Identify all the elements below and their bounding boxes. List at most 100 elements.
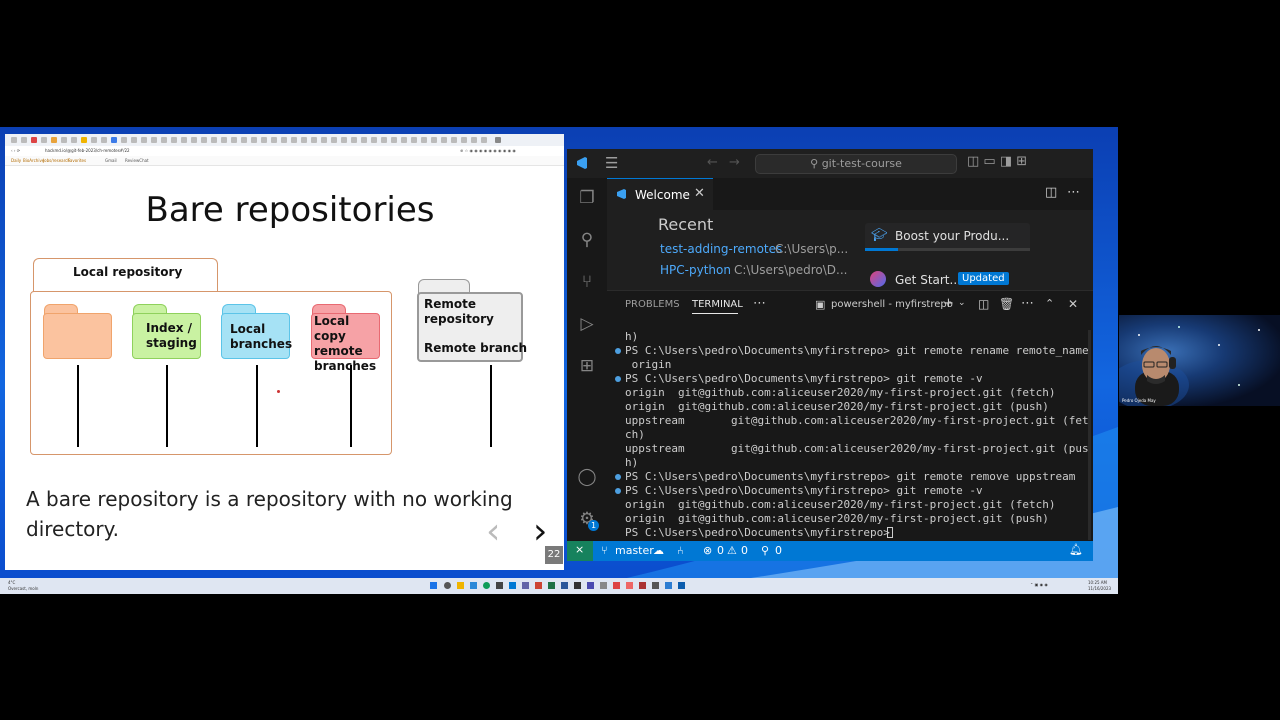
new-tab-icon[interactable] xyxy=(495,137,501,143)
forward-arrow-icon[interactable]: → xyxy=(729,155,740,170)
tab-icon[interactable] xyxy=(101,137,107,143)
error-count[interactable]: 0 xyxy=(717,544,724,557)
next-slide-arrow[interactable]: › xyxy=(533,514,547,550)
command-decoration-icon[interactable] xyxy=(615,376,621,382)
nav-buttons-icon[interactable]: ‹ › ⟳ xyxy=(11,148,20,153)
tab-welcome[interactable]: Welcome ✕ xyxy=(607,178,713,210)
taskbar-app-icon[interactable] xyxy=(652,582,659,589)
tab-icon[interactable] xyxy=(381,137,387,143)
split-editor-icon[interactable]: ◫ xyxy=(1045,185,1057,200)
tab-icon[interactable] xyxy=(321,137,327,143)
taskbar-app-icon[interactable] xyxy=(639,582,646,589)
tab-icon[interactable] xyxy=(221,137,227,143)
walkthrough-card[interactable]: Get Start... Updated xyxy=(865,268,1030,292)
tray-icons[interactable]: ⌃ ▣ ◉ ◉ xyxy=(1030,582,1048,587)
command-decoration-icon[interactable] xyxy=(615,488,621,494)
taskbar-app-icon[interactable] xyxy=(613,582,620,589)
tab-icon[interactable] xyxy=(471,137,477,143)
tab-icon[interactable] xyxy=(51,137,57,143)
explorer-icon[interactable]: ❐ xyxy=(577,188,597,208)
tab-icon[interactable] xyxy=(331,137,337,143)
trash-icon[interactable]: 🗑︎ xyxy=(999,297,1014,311)
account-icon[interactable]: ◯ xyxy=(577,467,597,487)
tab-icon[interactable] xyxy=(181,137,187,143)
tab-icon[interactable] xyxy=(21,137,27,143)
tab-icon[interactable] xyxy=(361,137,367,143)
taskbar-app-icon[interactable] xyxy=(496,582,503,589)
command-decoration-icon[interactable] xyxy=(615,474,621,480)
panel-tab-terminal[interactable]: TERMINAL xyxy=(692,299,743,310)
taskbar-app-icon[interactable] xyxy=(522,582,529,589)
tab-icon[interactable] xyxy=(211,137,217,143)
source-graph-icon[interactable]: ⑃ xyxy=(677,544,684,557)
menu-icon[interactable]: ☰ xyxy=(605,154,618,172)
url-text[interactable]: hackmd.io/@git-feb-2023/ch-remotes#/22 xyxy=(45,148,130,153)
terminal-name[interactable]: powershell - myfirstrepo xyxy=(831,299,953,310)
tab-icon[interactable] xyxy=(461,137,467,143)
tab-icon[interactable] xyxy=(31,137,37,143)
tab-icon[interactable] xyxy=(271,137,277,143)
sync-icon[interactable]: ☁ xyxy=(653,544,664,557)
tab-icon[interactable] xyxy=(241,137,247,143)
tab-icon[interactable] xyxy=(151,137,157,143)
taskbar-app-icon[interactable] xyxy=(548,582,555,589)
tab-icon[interactable] xyxy=(341,137,347,143)
panel-tab-problems[interactable]: PROBLEMS xyxy=(625,299,680,310)
extensions-icon[interactable]: ⊞ xyxy=(577,356,597,376)
extension-icons[interactable]: ⊕ ☆ ◉ ◉ ◉ ◉ ◉ ◉ ◉ ◉ ◉ ◉ xyxy=(460,148,516,153)
command-decoration-icon[interactable] xyxy=(615,348,621,354)
tab-icon[interactable] xyxy=(441,137,447,143)
bookmark-item[interactable]: ReviewChat xyxy=(125,158,149,163)
prev-slide-arrow[interactable]: ‹ xyxy=(486,514,500,550)
new-terminal-icon[interactable]: + xyxy=(943,296,954,311)
command-search[interactable]: ⚲ git-test-course xyxy=(755,154,957,174)
more-actions-icon[interactable]: ⋯ xyxy=(1067,185,1080,200)
tab-icon[interactable] xyxy=(81,137,87,143)
tab-icon[interactable] xyxy=(171,137,177,143)
weather-temp[interactable]: 4°C xyxy=(8,580,15,585)
terminal-scrollbar[interactable] xyxy=(1088,330,1091,540)
taskbar-app-icon[interactable] xyxy=(457,582,464,589)
bookmark-item[interactable]: BioArchive xyxy=(23,158,44,163)
close-tab-icon[interactable]: ✕ xyxy=(694,186,705,201)
tab-icon[interactable] xyxy=(351,137,357,143)
taskbar-app-icon[interactable] xyxy=(665,582,672,589)
tab-icon[interactable] xyxy=(231,137,237,143)
tab-icon[interactable] xyxy=(371,137,377,143)
tab-icon[interactable] xyxy=(41,137,47,143)
walkthrough-card[interactable]: 🎓︎ Boost your Produ... xyxy=(865,223,1030,251)
tab-icon[interactable] xyxy=(261,137,267,143)
taskbar-app-icon[interactable] xyxy=(626,582,633,589)
tab-icon[interactable] xyxy=(391,137,397,143)
browser-tab-strip[interactable] xyxy=(5,134,564,146)
taskbar-app-icon[interactable] xyxy=(678,582,685,589)
bookmark-item[interactable]: Favorites xyxy=(68,158,86,163)
tab-icon[interactable] xyxy=(251,137,257,143)
branch-name[interactable]: master xyxy=(615,544,654,557)
taskbar-app-icon[interactable] xyxy=(574,582,581,589)
tab-icon[interactable] xyxy=(61,137,67,143)
tab-icon[interactable] xyxy=(121,137,127,143)
recent-item-link[interactable]: HPC-python xyxy=(660,263,731,277)
tab-icon[interactable] xyxy=(11,137,17,143)
run-debug-icon[interactable]: ▷ xyxy=(577,314,597,334)
taskbar-app-icon[interactable] xyxy=(483,582,490,589)
terminal-prompt[interactable]: PS C:\Users\pedro\Documents\myfirstrepo> xyxy=(625,526,897,540)
tab-icon[interactable] xyxy=(291,137,297,143)
warning-count[interactable]: 0 xyxy=(741,544,748,557)
remote-indicator[interactable]: ⨯ xyxy=(567,541,593,561)
chevron-down-icon[interactable]: ⌄ xyxy=(958,298,966,308)
taskbar-app-icon[interactable] xyxy=(587,582,594,589)
bookmark-item[interactable]: Jobs/research xyxy=(43,158,70,163)
panel-more2-icon[interactable]: ⋯ xyxy=(1021,296,1034,311)
taskbar-app-icon[interactable] xyxy=(444,582,451,589)
tab-icon[interactable] xyxy=(301,137,307,143)
panel-more-icon[interactable]: ⋯ xyxy=(753,296,766,311)
bell-icon[interactable]: 🔔︎ xyxy=(1069,543,1083,556)
taskbar-app-icon[interactable] xyxy=(509,582,516,589)
tab-icon[interactable] xyxy=(411,137,417,143)
tab-icon[interactable] xyxy=(421,137,427,143)
ports-count[interactable]: 0 xyxy=(775,544,782,557)
tab-icon[interactable] xyxy=(141,137,147,143)
taskbar-app-icon[interactable] xyxy=(535,582,542,589)
